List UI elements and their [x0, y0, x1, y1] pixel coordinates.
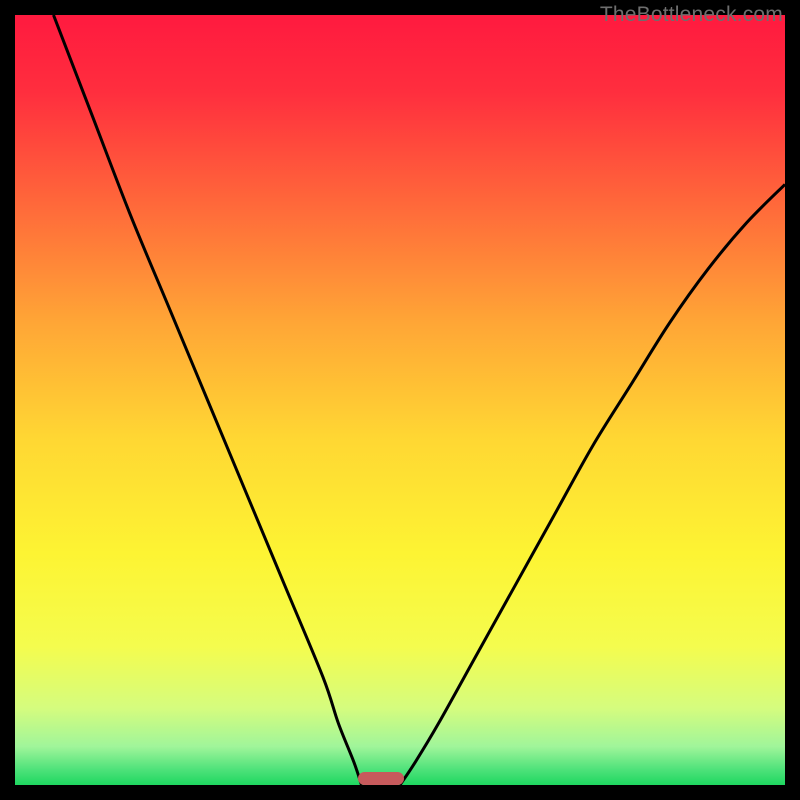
right-curve: [400, 184, 785, 785]
plot-area: [15, 15, 785, 785]
curve-layer: [15, 15, 785, 785]
chart-container: TheBottleneck.com: [0, 0, 800, 800]
bottleneck-marker: [358, 772, 404, 785]
left-curve: [54, 15, 362, 785]
watermark-text: TheBottleneck.com: [600, 3, 783, 27]
